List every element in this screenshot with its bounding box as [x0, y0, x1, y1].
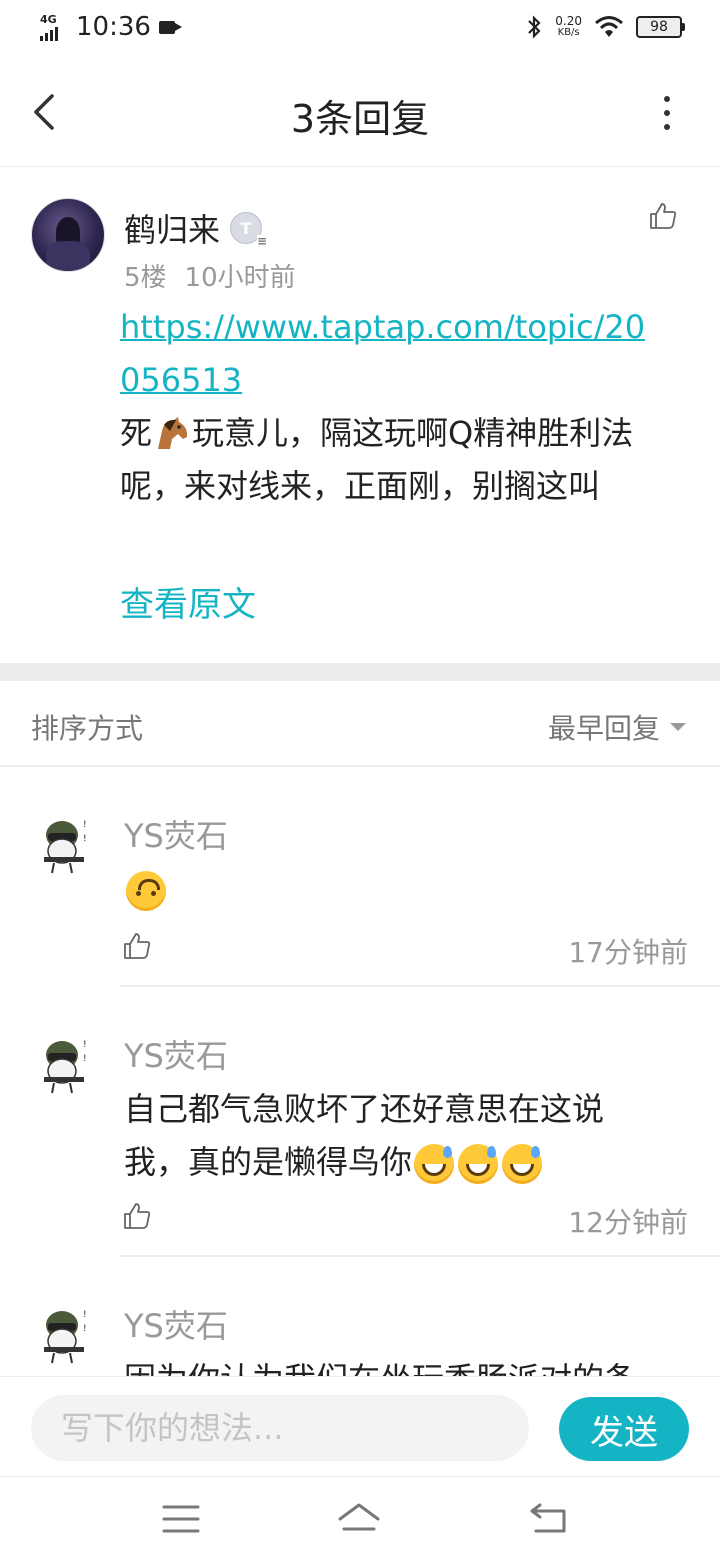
battery-level: 98 [650, 19, 668, 35]
reply-text: 自己都气急败坏了还好意思在这说我，真的是懒得鸟你 [124, 1083, 664, 1189]
home-icon[interactable] [336, 1499, 382, 1539]
reply-text: 因为你认为我们在坐玩香肠派对的条 [124, 1353, 664, 1376]
comment-input-bar: 发送 [0, 1376, 720, 1477]
grinning-sweat-emoji-icon [414, 1144, 455, 1184]
status-bar: 4G 10:36 0.20 KB/s 98 [0, 0, 720, 58]
send-button[interactable]: 发送 [559, 1397, 689, 1461]
cellular-signal-icon: 4G [38, 13, 72, 41]
clock: 10:36 [76, 12, 151, 42]
thumbs-up-icon[interactable] [122, 931, 152, 961]
grinning-sweat-emoji-icon [502, 1144, 543, 1184]
svg-text:!: ! [83, 1310, 87, 1320]
wifi-icon [595, 16, 623, 37]
user-badge-icon: T [230, 212, 268, 247]
reply-item: ! ! YS荧石 17分钟前 [0, 767, 720, 987]
svg-text:!: ! [83, 1040, 87, 1050]
battery-icon: 98 [636, 16, 685, 38]
topic-link[interactable]: https://www.taptap.com/topic/20056513 [120, 308, 645, 399]
main-comment: 鹤归来 T 5楼 10小时前 https://www.taptap.com/top… [0, 167, 720, 663]
reply-time: 12分钟前 [568, 1206, 688, 1239]
reply-avatar[interactable]: ! ! [40, 813, 98, 875]
video-camera-icon [158, 20, 182, 34]
sort-label: 排序方式 [31, 712, 144, 745]
dropdown-triangle-icon [670, 723, 686, 731]
system-navigation-bar [0, 1476, 720, 1561]
badge-letter: T [240, 218, 252, 238]
network-speed: 0.20 KB/s [555, 15, 582, 39]
author-name[interactable]: 鹤归来 [124, 205, 220, 251]
reply-author[interactable]: YS荧石 [124, 1031, 228, 1077]
network-type: 4G [40, 13, 57, 26]
view-original-link[interactable]: 查看原文 [120, 577, 256, 626]
author-avatar[interactable] [31, 198, 105, 272]
thumbs-up-icon[interactable] [122, 1201, 152, 1231]
reply-author[interactable]: YS荧石 [124, 1301, 228, 1347]
author-name-row: 鹤归来 T [124, 205, 268, 251]
grinning-sweat-emoji-icon [458, 1144, 499, 1184]
comment-input[interactable] [31, 1395, 529, 1461]
reply-item: ! ! YS荧石 自己都气急败坏了还好意思在这说我，真的是懒得鸟你 12分钟前 [0, 987, 720, 1257]
floor-number: 5楼 [124, 263, 167, 293]
svg-text:!: ! [83, 1324, 87, 1334]
post-time: 10小时前 [184, 263, 296, 293]
reply-avatar[interactable]: ! ! [40, 1303, 98, 1365]
svg-text:!: ! [83, 820, 87, 830]
reply-item: ! ! YS荧石 因为你认为我们在坐玩香肠派对的条 [0, 1257, 720, 1376]
sort-bar: 排序方式 最早回复 [0, 681, 720, 767]
bluetooth-icon [528, 15, 541, 39]
sort-selected-value: 最早回复 [547, 712, 660, 745]
sort-dropdown[interactable]: 最早回复 [548, 707, 686, 747]
horse-emoji-icon [158, 417, 188, 449]
reply-avatar[interactable]: ! ! [40, 1033, 98, 1095]
comment-meta: 5楼 10小时前 [124, 257, 296, 294]
svg-text:!: ! [83, 834, 87, 844]
section-divider [0, 663, 720, 681]
speed-unit: KB/s [557, 27, 580, 38]
reply-author[interactable]: YS荧石 [124, 811, 228, 857]
page-title: 3条回复 [290, 97, 430, 141]
comment-text-rest: 玩意儿，隔这玩啊Q精神胜利法呢，来对线来，正面刚，别搁这叫 [120, 414, 634, 505]
return-icon[interactable] [526, 1499, 572, 1539]
thumbs-up-icon[interactable] [648, 201, 678, 231]
upside-down-face-emoji-icon [126, 871, 166, 911]
comment-body: https://www.taptap.com/topic/20056513 死 … [120, 301, 660, 513]
menu-icon[interactable] [158, 1499, 204, 1539]
comment-text-start: 死 [120, 414, 153, 452]
svg-text:!: ! [83, 1054, 87, 1064]
reply-time: 17分钟前 [568, 936, 688, 969]
speed-value: 0.20 [555, 14, 582, 28]
reply-text [124, 863, 664, 916]
top-app-bar: 3条回复 [0, 58, 720, 167]
more-options-icon[interactable] [662, 96, 672, 130]
